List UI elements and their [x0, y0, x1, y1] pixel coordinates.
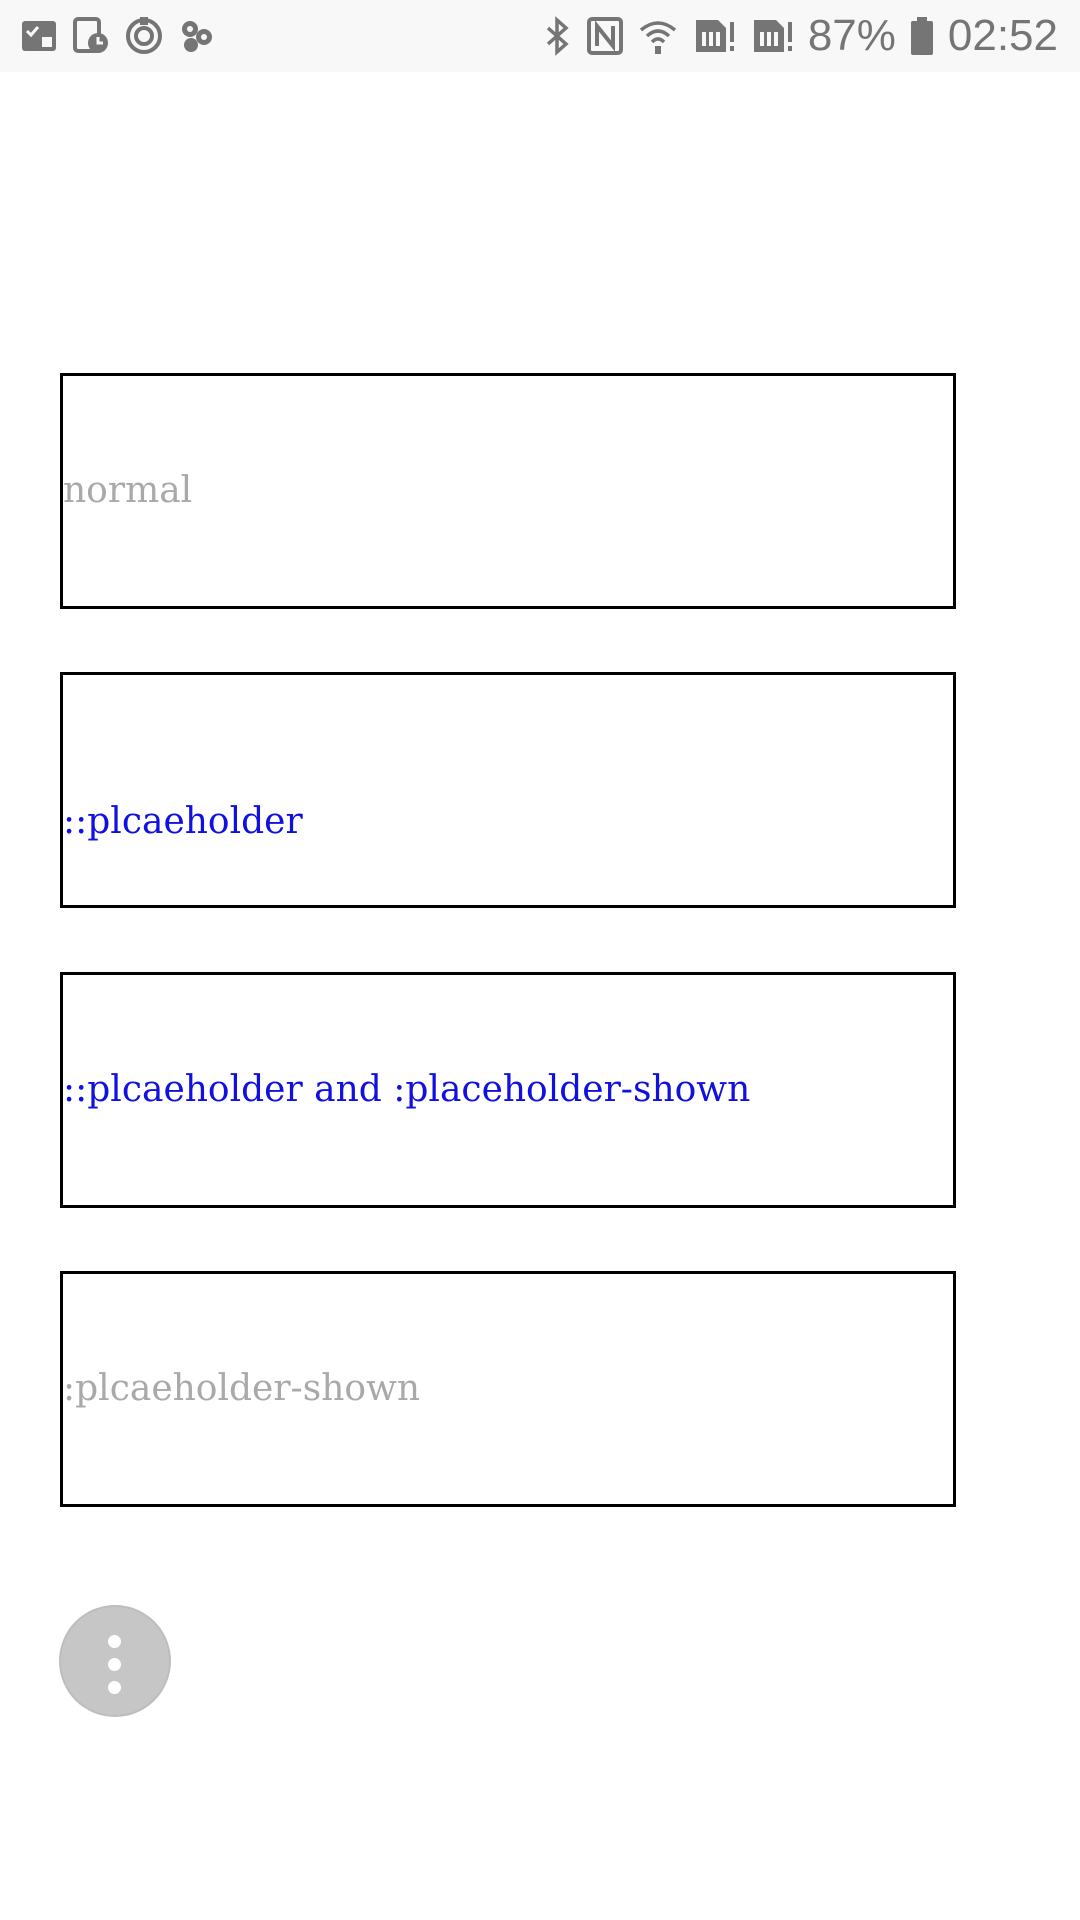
checklist-icon — [20, 17, 58, 55]
wifi-icon — [638, 16, 678, 56]
placeholder-text: :plcaeholder-shown — [63, 1368, 421, 1409]
battery-icon — [910, 16, 934, 56]
bluetooth-icon — [542, 16, 572, 56]
text-field-placeholder[interactable]: ::plcaeholder — [60, 672, 956, 908]
schedule-icon — [72, 17, 110, 55]
sim2-icon — [750, 16, 794, 56]
notification-icons — [20, 16, 216, 56]
placeholder-text: ::plcaeholder and :placeholder-shown — [63, 1069, 751, 1110]
placeholder-text: ::plcaeholder — [63, 801, 303, 842]
page-content: normal ::plcaeholder ::plcaeholder and :… — [0, 72, 1080, 1920]
gear-icon — [178, 17, 216, 55]
text-field-normal[interactable]: normal — [60, 373, 956, 609]
more-options-button[interactable] — [61, 1607, 169, 1715]
battery-percent: 87% — [807, 11, 896, 60]
text-field-placeholder-shown[interactable]: :plcaeholder-shown — [60, 1271, 956, 1507]
clock: 02:52 — [947, 11, 1058, 60]
more-vertical-icon — [108, 1635, 122, 1704]
placeholder-text: normal — [63, 470, 193, 511]
nfc-icon — [586, 16, 624, 56]
status-bar: 87% 02:52 — [0, 0, 1080, 72]
sim1-icon — [692, 16, 736, 56]
sync-icon — [124, 16, 164, 56]
system-icons: 87% 02:52 — [542, 12, 1058, 60]
text-field-placeholder-and-shown[interactable]: ::plcaeholder and :placeholder-shown — [60, 972, 956, 1208]
